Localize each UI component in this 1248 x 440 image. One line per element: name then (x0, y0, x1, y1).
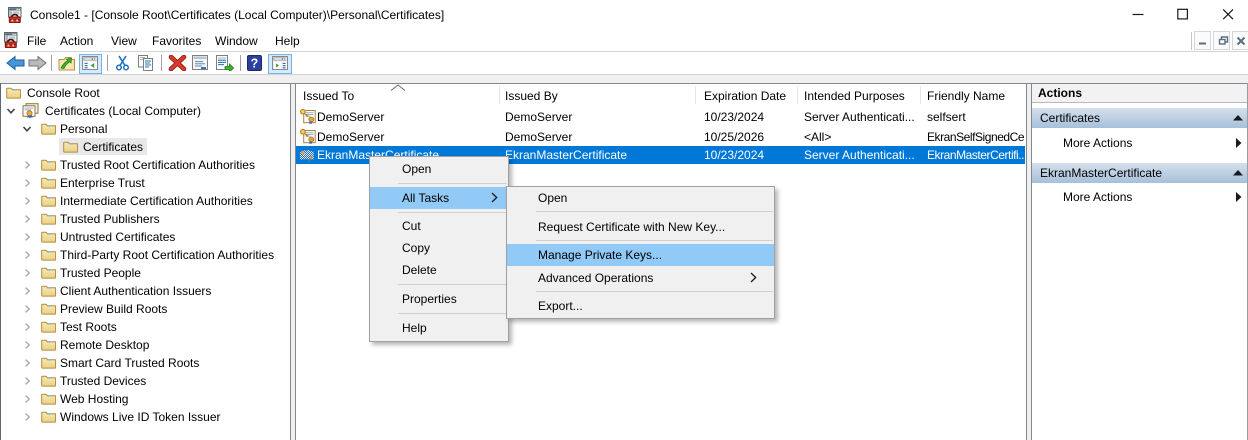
svg-text:?: ? (251, 57, 259, 71)
